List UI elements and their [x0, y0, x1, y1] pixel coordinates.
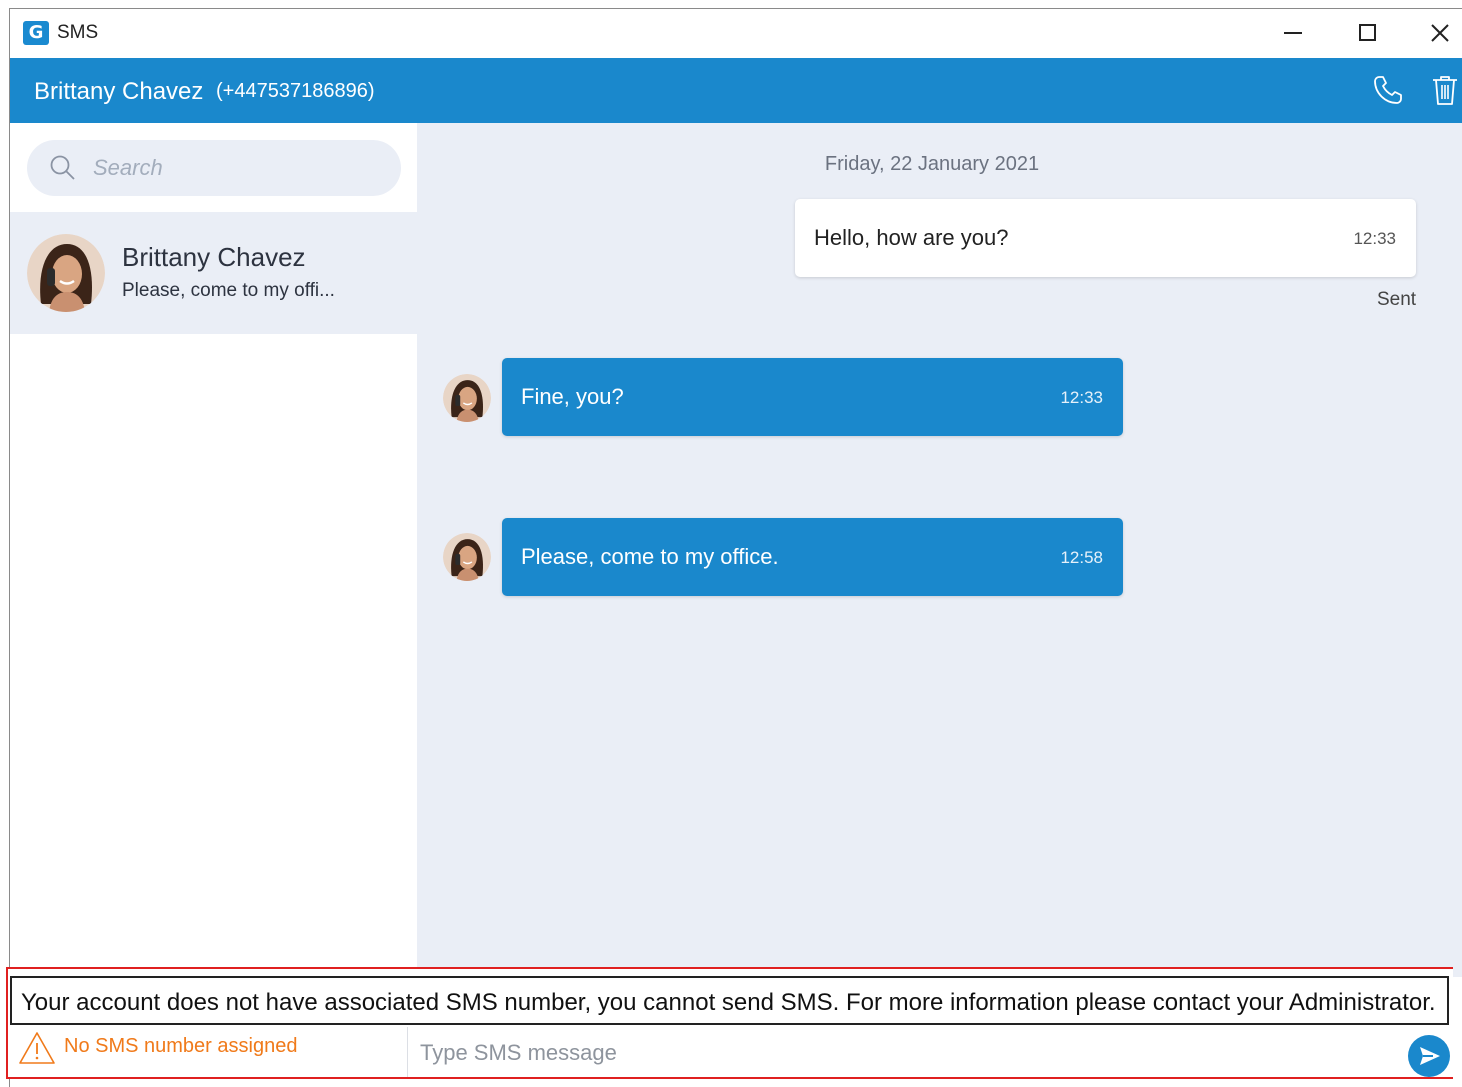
send-icon — [1420, 1047, 1440, 1065]
search-icon — [50, 155, 75, 180]
window-title: SMS — [57, 22, 99, 43]
header-contact-phone: (+447537186896) — [216, 80, 375, 102]
warning-message: Your account does not have associated SM… — [21, 989, 1436, 1016]
phone-icon — [1374, 76, 1402, 104]
message-time: 12:33 — [1353, 229, 1396, 248]
conversation-list-item[interactable]: Brittany Chavez Please, come to my offi.… — [10, 212, 417, 334]
avatar — [443, 374, 491, 422]
minimize-button[interactable] — [1270, 9, 1316, 56]
date-separator: Friday, 22 January 2021 — [824, 153, 1040, 175]
minimize-icon — [1284, 31, 1302, 34]
no-sms-label: No SMS number assigned — [64, 1035, 298, 1057]
warning-icon — [19, 1032, 55, 1064]
close-icon — [1431, 23, 1449, 42]
message-status: Sent — [1377, 289, 1417, 310]
message-time: 12:58 — [1060, 548, 1103, 567]
avatar — [443, 533, 491, 581]
search-box[interactable] — [27, 140, 401, 196]
sms-window: G SMS Brittany Chavez (+447537186896) Se… — [9, 8, 1462, 1087]
header-contact-name: Brittany Chavez — [34, 78, 204, 105]
delete-conversation-button[interactable] — [1427, 72, 1462, 108]
send-button[interactable] — [1408, 1035, 1450, 1077]
message-text: Hello, how are you? — [814, 225, 1009, 250]
message-text: Please, come to my office. — [521, 544, 779, 569]
sms-message-input[interactable] — [420, 1033, 1380, 1073]
message-time: 12:33 — [1060, 388, 1103, 407]
message-thread: Friday, 22 January 2021 Hello, how are y… — [417, 123, 1462, 977]
title-bar: G SMS — [10, 9, 1462, 58]
avatar — [27, 234, 105, 312]
search-input[interactable] — [93, 150, 383, 186]
trash-icon — [1433, 76, 1457, 105]
no-sms-warning-banner: Your account does not have associated SM… — [10, 976, 1449, 1025]
conversation-sidebar: Brittany Chavez Please, come to my offi.… — [10, 123, 417, 977]
no-sms-status: No SMS number assigned — [10, 1027, 407, 1075]
maximize-button[interactable] — [1344, 9, 1390, 56]
incoming-message[interactable]: Please, come to my office. 12:58 — [502, 518, 1123, 596]
message-text: Fine, you? — [521, 384, 624, 409]
app-logo-icon: G — [23, 21, 49, 45]
call-button[interactable] — [1370, 72, 1406, 108]
close-button[interactable] — [1417, 9, 1462, 56]
outgoing-message[interactable]: Hello, how are you? 12:33 — [795, 199, 1416, 277]
incoming-message[interactable]: Fine, you? 12:33 — [502, 358, 1123, 436]
maximize-icon — [1358, 24, 1376, 41]
conversation-header: Brittany Chavez (+447537186896) — [10, 58, 1462, 123]
compose-divider — [407, 1027, 408, 1077]
contact-last-message: Please, come to my offi... — [122, 280, 335, 301]
contact-name: Brittany Chavez — [122, 242, 306, 272]
